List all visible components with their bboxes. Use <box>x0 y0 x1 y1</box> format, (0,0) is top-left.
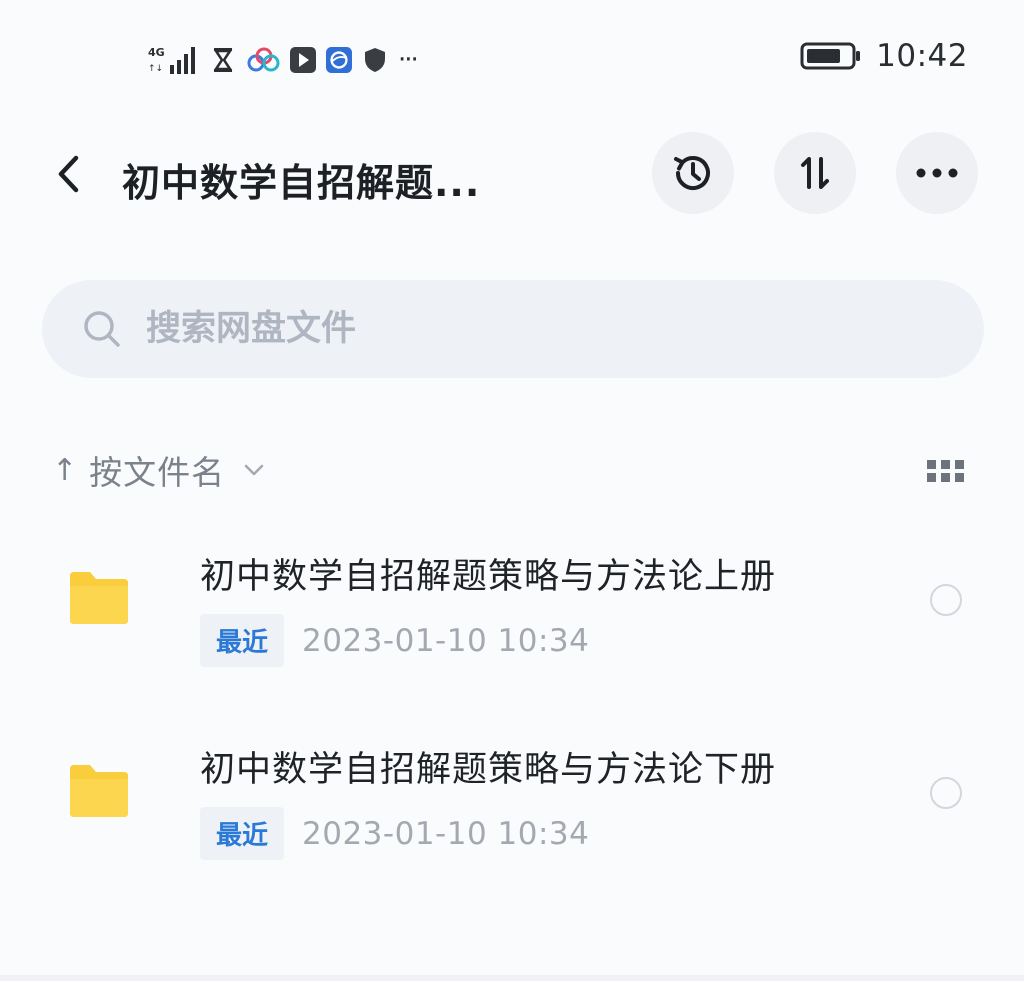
more-notifications-icon: ··· <box>398 45 419 75</box>
status-bar: 4G ↑↓ ··· 10:42 <box>0 0 1024 120</box>
grid-view-button[interactable] <box>924 456 968 486</box>
search-bar[interactable] <box>42 280 984 378</box>
file-datetime: 2023-01-10 10:34 <box>302 622 590 659</box>
recent-badge: 最近 <box>200 614 285 667</box>
recent-badge: 最近 <box>200 807 285 860</box>
shield-icon <box>362 47 388 73</box>
folder-icon <box>70 572 128 624</box>
search-input[interactable] <box>146 309 846 349</box>
file-name: 初中数学自招解题策略与方法论上册 <box>200 557 777 597</box>
back-button[interactable] <box>44 148 92 200</box>
list-item[interactable]: 初中数学自招解题策略与方法论上册 最近 2023-01-10 10:34 <box>0 534 1024 684</box>
status-bar-left: 4G ↑↓ ··· <box>148 40 419 80</box>
sort-order-button[interactable] <box>774 132 856 214</box>
cloud-app-icon <box>246 47 280 73</box>
select-checkbox[interactable] <box>930 584 962 616</box>
grid-view-icon <box>927 460 964 482</box>
file-browser-screen: 4G ↑↓ ··· 10:42 初中数学自招解题... 搜索网盘文件 ↑ 按文件… <box>0 0 1024 981</box>
file-datetime: 2023-01-10 10:34 <box>302 815 590 852</box>
chevron-left-icon <box>58 155 79 193</box>
battery-icon <box>800 42 862 70</box>
chevron-down-icon <box>244 464 264 476</box>
more-button[interactable] <box>896 132 978 214</box>
sort-label: 按文件名 <box>89 453 226 492</box>
hourglass-icon <box>210 47 236 73</box>
sort-selector[interactable]: ↑ 按文件名 <box>52 440 265 500</box>
history-button[interactable] <box>652 132 734 214</box>
select-checkbox[interactable] <box>930 777 962 809</box>
list-item[interactable]: 初中数学自招解题策略与方法论下册 最近 2023-01-10 10:34 <box>0 727 1024 877</box>
page-title: 初中数学自招解题... <box>122 161 481 205</box>
sort-direction-icon: ↑ <box>52 452 78 488</box>
status-bar-right: 10:42 <box>800 38 968 74</box>
header-bar: 初中数学自招解题... <box>0 128 1024 220</box>
more-icon <box>916 168 958 178</box>
file-name: 初中数学自招解题策略与方法论下册 <box>200 750 777 790</box>
svg-text:4G: 4G <box>148 46 165 59</box>
signal-icon: 4G ↑↓ <box>148 46 200 74</box>
file-meta: 最近 2023-01-10 10:34 <box>200 807 589 860</box>
search-icon <box>84 311 120 347</box>
history-icon <box>674 156 710 190</box>
status-time: 10:42 <box>876 38 968 74</box>
sort-order-icon <box>801 157 829 189</box>
browser-app-icon <box>326 47 352 73</box>
bottom-divider <box>0 975 1024 981</box>
svg-text:↑↓: ↑↓ <box>148 64 163 74</box>
file-meta: 最近 2023-01-10 10:34 <box>200 614 589 667</box>
folder-icon <box>70 765 128 817</box>
video-app-icon <box>290 47 316 73</box>
